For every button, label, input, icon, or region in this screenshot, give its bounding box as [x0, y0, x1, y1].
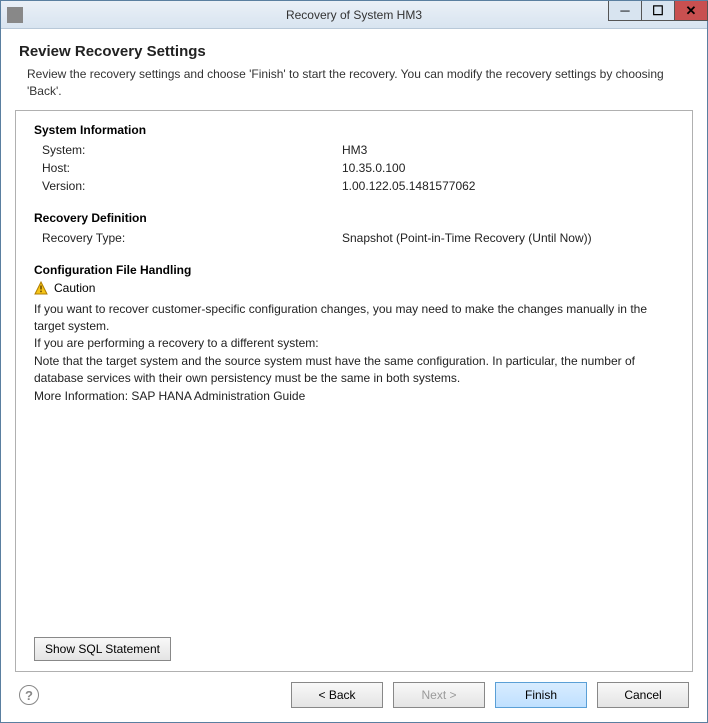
wizard-header: Review Recovery Settings Review the reco…: [1, 29, 707, 110]
page-title: Review Recovery Settings: [19, 43, 689, 60]
wizard-footer: ? < Back Next > Finish Cancel: [1, 672, 707, 722]
window-title: Recovery of System HM3: [1, 8, 707, 22]
system-row: System: HM3: [34, 141, 674, 159]
system-value: HM3: [342, 141, 674, 159]
recovery-definition-section: Recovery Definition Recovery Type: Snaps…: [34, 211, 674, 247]
back-button[interactable]: < Back: [291, 682, 383, 708]
caution-line-2: If you are performing a recovery to a di…: [34, 335, 674, 352]
host-value: 10.35.0.100: [342, 159, 674, 177]
minimize-button[interactable]: ─: [608, 1, 642, 21]
caution-text: If you want to recover customer-specific…: [34, 301, 674, 405]
spacer: [34, 421, 674, 633]
show-sql-statement-button[interactable]: Show SQL Statement: [34, 637, 171, 661]
host-row: Host: 10.35.0.100: [34, 159, 674, 177]
sql-button-row: Show SQL Statement: [34, 637, 674, 661]
recovery-definition-heading: Recovery Definition: [34, 211, 674, 225]
next-button: Next >: [393, 682, 485, 708]
system-information-section: System Information System: HM3 Host: 10.…: [34, 123, 674, 195]
system-information-heading: System Information: [34, 123, 674, 137]
recovery-type-row: Recovery Type: Snapshot (Point-in-Time R…: [34, 229, 674, 247]
titlebar: Recovery of System HM3 ─ ☐ ✕: [1, 1, 707, 29]
cancel-button[interactable]: Cancel: [597, 682, 689, 708]
page-description: Review the recovery settings and choose …: [19, 66, 689, 100]
footer-buttons: < Back Next > Finish Cancel: [291, 682, 689, 708]
window-controls: ─ ☐ ✕: [608, 1, 707, 28]
configuration-file-handling-section: Configuration File Handling Caution If y…: [34, 263, 674, 405]
host-label: Host:: [42, 159, 342, 177]
maximize-button[interactable]: ☐: [641, 1, 675, 21]
version-label: Version:: [42, 177, 342, 195]
content-frame: System Information System: HM3 Host: 10.…: [15, 110, 693, 672]
recovery-wizard-window: Recovery of System HM3 ─ ☐ ✕ Review Reco…: [0, 0, 708, 723]
recovery-type-value: Snapshot (Point-in-Time Recovery (Until …: [342, 229, 674, 247]
help-icon[interactable]: ?: [19, 685, 39, 705]
caution-line-3: Note that the target system and the sour…: [34, 353, 674, 388]
configuration-file-handling-heading: Configuration File Handling: [34, 263, 674, 277]
recovery-type-label: Recovery Type:: [42, 229, 342, 247]
app-icon: [7, 7, 23, 23]
version-row: Version: 1.00.122.05.1481577062: [34, 177, 674, 195]
warning-icon: [34, 281, 48, 295]
caution-line-4: More Information: SAP HANA Administratio…: [34, 388, 674, 405]
close-button[interactable]: ✕: [674, 1, 708, 21]
caution-label: Caution: [54, 281, 95, 295]
caution-line-1: If you want to recover customer-specific…: [34, 301, 674, 336]
system-label: System:: [42, 141, 342, 159]
caution-row: Caution: [34, 281, 674, 295]
version-value: 1.00.122.05.1481577062: [342, 177, 674, 195]
finish-button[interactable]: Finish: [495, 682, 587, 708]
